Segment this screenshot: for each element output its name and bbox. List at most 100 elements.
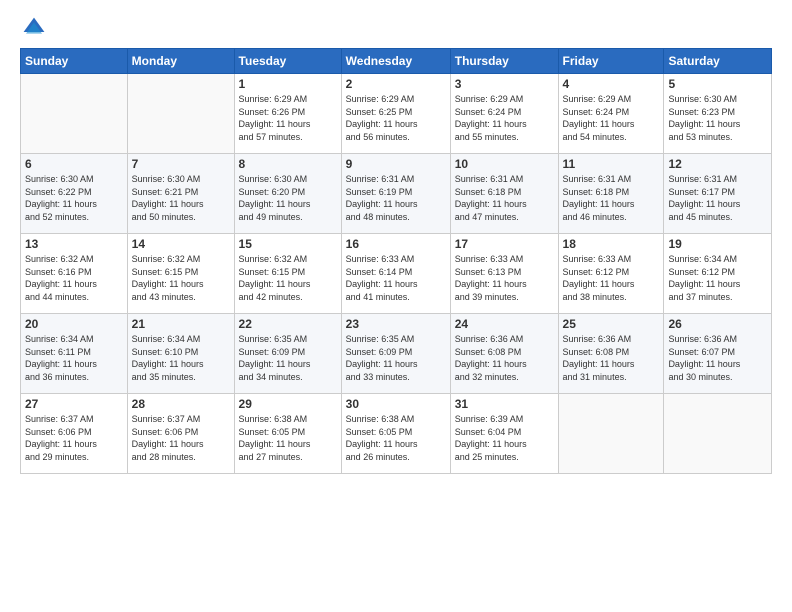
calendar-cell bbox=[664, 394, 772, 474]
calendar-cell: 16 Sunrise: 6:33 AM Sunset: 6:14 PM Dayli… bbox=[341, 234, 450, 314]
day-info: Sunrise: 6:36 AM Sunset: 6:07 PM Dayligh… bbox=[668, 333, 767, 383]
calendar-cell: 21 Sunrise: 6:34 AM Sunset: 6:10 PM Dayli… bbox=[127, 314, 234, 394]
day-info: Sunrise: 6:29 AM Sunset: 6:26 PM Dayligh… bbox=[239, 93, 337, 143]
calendar-cell: 18 Sunrise: 6:33 AM Sunset: 6:12 PM Dayli… bbox=[558, 234, 664, 314]
day-number: 2 bbox=[346, 77, 446, 91]
day-number: 31 bbox=[455, 397, 554, 411]
day-number: 27 bbox=[25, 397, 123, 411]
day-info: Sunrise: 6:35 AM Sunset: 6:09 PM Dayligh… bbox=[239, 333, 337, 383]
day-info: Sunrise: 6:36 AM Sunset: 6:08 PM Dayligh… bbox=[455, 333, 554, 383]
day-number: 9 bbox=[346, 157, 446, 171]
day-number: 8 bbox=[239, 157, 337, 171]
calendar-cell: 8 Sunrise: 6:30 AM Sunset: 6:20 PM Daylig… bbox=[234, 154, 341, 234]
calendar-cell bbox=[558, 394, 664, 474]
calendar-cell: 11Sunrise: 6:31 AM Sunset: 6:18 PM Dayli… bbox=[558, 154, 664, 234]
day-number: 6 bbox=[25, 157, 123, 171]
day-number: 26 bbox=[668, 317, 767, 331]
calendar-cell: 23Sunrise: 6:35 AM Sunset: 6:09 PM Dayli… bbox=[341, 314, 450, 394]
calendar-cell: 13Sunrise: 6:32 AM Sunset: 6:16 PM Dayli… bbox=[21, 234, 128, 314]
calendar-cell: 22 Sunrise: 6:35 AM Sunset: 6:09 PM Dayli… bbox=[234, 314, 341, 394]
calendar-cell: 3 Sunrise: 6:29 AM Sunset: 6:24 PM Daylig… bbox=[450, 74, 558, 154]
weekday-header-sunday: Sunday bbox=[21, 49, 128, 74]
calendar-cell: 12 Sunrise: 6:31 AM Sunset: 6:17 PM Dayli… bbox=[664, 154, 772, 234]
day-info: Sunrise: 6:38 AM Sunset: 6:05 PM Dayligh… bbox=[239, 413, 337, 463]
page: SundayMondayTuesdayWednesdayThursdayFrid… bbox=[0, 0, 792, 484]
weekday-header-wednesday: Wednesday bbox=[341, 49, 450, 74]
calendar-cell: 9 Sunrise: 6:31 AM Sunset: 6:19 PM Daylig… bbox=[341, 154, 450, 234]
calendar-cell: 1 Sunrise: 6:29 AM Sunset: 6:26 PM Daylig… bbox=[234, 74, 341, 154]
day-number: 28 bbox=[132, 397, 230, 411]
week-row-4: 20Sunrise: 6:34 AM Sunset: 6:11 PM Dayli… bbox=[21, 314, 772, 394]
header bbox=[20, 16, 772, 40]
day-info: Sunrise: 6:29 AM Sunset: 6:25 PM Dayligh… bbox=[346, 93, 446, 143]
day-number: 7 bbox=[132, 157, 230, 171]
calendar-cell bbox=[127, 74, 234, 154]
day-info: Sunrise: 6:29 AM Sunset: 6:24 PM Dayligh… bbox=[455, 93, 554, 143]
day-info: Sunrise: 6:34 AM Sunset: 6:10 PM Dayligh… bbox=[132, 333, 230, 383]
day-info: Sunrise: 6:31 AM Sunset: 6:18 PM Dayligh… bbox=[563, 173, 660, 223]
weekday-header-row: SundayMondayTuesdayWednesdayThursdayFrid… bbox=[21, 49, 772, 74]
day-number: 30 bbox=[346, 397, 446, 411]
weekday-header-saturday: Saturday bbox=[664, 49, 772, 74]
day-number: 13 bbox=[25, 237, 123, 251]
calendar-cell: 15 Sunrise: 6:32 AM Sunset: 6:15 PM Dayli… bbox=[234, 234, 341, 314]
day-number: 18 bbox=[563, 237, 660, 251]
day-number: 25 bbox=[563, 317, 660, 331]
day-number: 16 bbox=[346, 237, 446, 251]
calendar-cell: 14Sunrise: 6:32 AM Sunset: 6:15 PM Dayli… bbox=[127, 234, 234, 314]
day-info: Sunrise: 6:30 AM Sunset: 6:21 PM Dayligh… bbox=[132, 173, 230, 223]
week-row-2: 6 Sunrise: 6:30 AM Sunset: 6:22 PM Daylig… bbox=[21, 154, 772, 234]
week-row-3: 13Sunrise: 6:32 AM Sunset: 6:16 PM Dayli… bbox=[21, 234, 772, 314]
calendar-cell: 17 Sunrise: 6:33 AM Sunset: 6:13 PM Dayli… bbox=[450, 234, 558, 314]
day-number: 17 bbox=[455, 237, 554, 251]
calendar-cell bbox=[21, 74, 128, 154]
calendar-cell: 19Sunrise: 6:34 AM Sunset: 6:12 PM Dayli… bbox=[664, 234, 772, 314]
day-number: 1 bbox=[239, 77, 337, 91]
day-number: 22 bbox=[239, 317, 337, 331]
day-info: Sunrise: 6:29 AM Sunset: 6:24 PM Dayligh… bbox=[563, 93, 660, 143]
weekday-header-thursday: Thursday bbox=[450, 49, 558, 74]
day-info: Sunrise: 6:33 AM Sunset: 6:14 PM Dayligh… bbox=[346, 253, 446, 303]
logo bbox=[20, 16, 48, 40]
calendar-cell: 27 Sunrise: 6:37 AM Sunset: 6:06 PM Dayli… bbox=[21, 394, 128, 474]
calendar-cell: 10Sunrise: 6:31 AM Sunset: 6:18 PM Dayli… bbox=[450, 154, 558, 234]
day-info: Sunrise: 6:34 AM Sunset: 6:12 PM Dayligh… bbox=[668, 253, 767, 303]
day-number: 24 bbox=[455, 317, 554, 331]
day-number: 14 bbox=[132, 237, 230, 251]
day-info: Sunrise: 6:30 AM Sunset: 6:22 PM Dayligh… bbox=[25, 173, 123, 223]
week-row-1: 1 Sunrise: 6:29 AM Sunset: 6:26 PM Daylig… bbox=[21, 74, 772, 154]
calendar-cell: 7 Sunrise: 6:30 AM Sunset: 6:21 PM Daylig… bbox=[127, 154, 234, 234]
calendar-cell: 28Sunrise: 6:37 AM Sunset: 6:06 PM Dayli… bbox=[127, 394, 234, 474]
day-number: 23 bbox=[346, 317, 446, 331]
calendar: SundayMondayTuesdayWednesdayThursdayFrid… bbox=[20, 48, 772, 474]
day-number: 29 bbox=[239, 397, 337, 411]
day-number: 12 bbox=[668, 157, 767, 171]
calendar-cell: 6 Sunrise: 6:30 AM Sunset: 6:22 PM Daylig… bbox=[21, 154, 128, 234]
day-number: 21 bbox=[132, 317, 230, 331]
day-number: 4 bbox=[563, 77, 660, 91]
weekday-header-friday: Friday bbox=[558, 49, 664, 74]
day-number: 5 bbox=[668, 77, 767, 91]
calendar-cell: 31Sunrise: 6:39 AM Sunset: 6:04 PM Dayli… bbox=[450, 394, 558, 474]
day-info: Sunrise: 6:30 AM Sunset: 6:20 PM Dayligh… bbox=[239, 173, 337, 223]
day-info: Sunrise: 6:33 AM Sunset: 6:12 PM Dayligh… bbox=[563, 253, 660, 303]
day-number: 20 bbox=[25, 317, 123, 331]
day-number: 15 bbox=[239, 237, 337, 251]
weekday-header-monday: Monday bbox=[127, 49, 234, 74]
week-row-5: 27 Sunrise: 6:37 AM Sunset: 6:06 PM Dayli… bbox=[21, 394, 772, 474]
calendar-cell: 20Sunrise: 6:34 AM Sunset: 6:11 PM Dayli… bbox=[21, 314, 128, 394]
weekday-header-tuesday: Tuesday bbox=[234, 49, 341, 74]
day-info: Sunrise: 6:33 AM Sunset: 6:13 PM Dayligh… bbox=[455, 253, 554, 303]
day-info: Sunrise: 6:31 AM Sunset: 6:18 PM Dayligh… bbox=[455, 173, 554, 223]
calendar-cell: 24 Sunrise: 6:36 AM Sunset: 6:08 PM Dayli… bbox=[450, 314, 558, 394]
day-info: Sunrise: 6:31 AM Sunset: 6:17 PM Dayligh… bbox=[668, 173, 767, 223]
calendar-cell: 25Sunrise: 6:36 AM Sunset: 6:08 PM Dayli… bbox=[558, 314, 664, 394]
calendar-cell: 26 Sunrise: 6:36 AM Sunset: 6:07 PM Dayli… bbox=[664, 314, 772, 394]
day-number: 3 bbox=[455, 77, 554, 91]
calendar-cell: 4 Sunrise: 6:29 AM Sunset: 6:24 PM Daylig… bbox=[558, 74, 664, 154]
day-info: Sunrise: 6:31 AM Sunset: 6:19 PM Dayligh… bbox=[346, 173, 446, 223]
day-info: Sunrise: 6:37 AM Sunset: 6:06 PM Dayligh… bbox=[25, 413, 123, 463]
calendar-cell: 30Sunrise: 6:38 AM Sunset: 6:05 PM Dayli… bbox=[341, 394, 450, 474]
day-info: Sunrise: 6:32 AM Sunset: 6:15 PM Dayligh… bbox=[239, 253, 337, 303]
calendar-cell: 2 Sunrise: 6:29 AM Sunset: 6:25 PM Daylig… bbox=[341, 74, 450, 154]
